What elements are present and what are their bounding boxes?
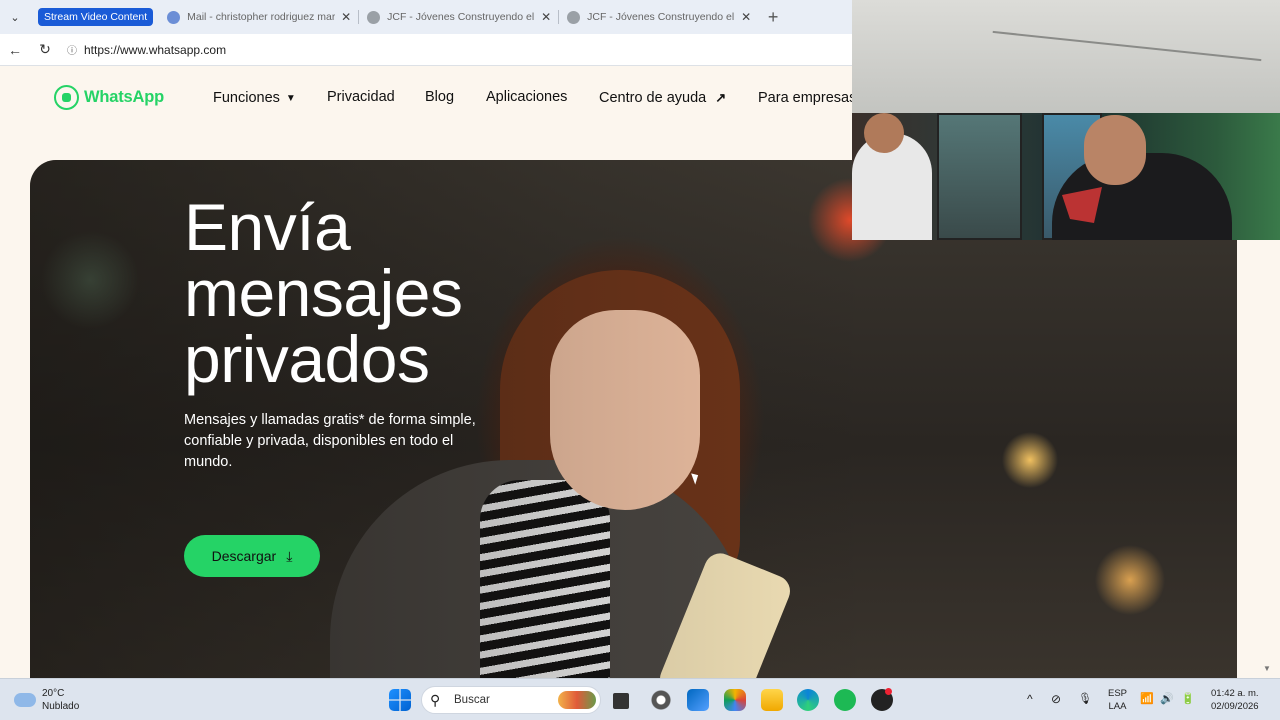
external-arrow-icon: ↗: [715, 90, 727, 105]
volume-icon[interactable]: 🔊: [1160, 692, 1174, 705]
weather-desc: Nublado: [42, 701, 80, 712]
hero-title-line-2: mensajes: [184, 256, 463, 330]
reload-icon[interactable]: ↻: [30, 41, 60, 58]
browser-tab-strip: ⌄ Stream Video Content Mail - christophe…: [0, 0, 852, 34]
weather-temp: 20°C: [42, 688, 65, 699]
clock-time: 01:42 a. m.: [1211, 688, 1259, 699]
hero-subtitle: Mensajes y llamadas gratis* de forma sim…: [184, 412, 476, 470]
close-tab-icon[interactable]: ✕: [741, 10, 751, 24]
input-language[interactable]: ESP LAA: [1108, 687, 1127, 713]
nav-funciones[interactable]: Funciones ▼: [213, 90, 296, 106]
new-tab-plus-icon[interactable]: +: [759, 7, 787, 28]
keyboard-layout: LAA: [1108, 701, 1127, 712]
webcam-overlay: [852, 0, 1280, 240]
site-header: WhatsApp Funciones ▼ Privacidad Blog Apl…: [0, 66, 856, 130]
tab-group-stream-video-content[interactable]: Stream Video Content: [38, 8, 154, 26]
globe-favicon-icon: [567, 10, 581, 24]
webcam-person-right-head: [1084, 115, 1146, 185]
file-explorer-folder-icon[interactable]: [761, 689, 783, 711]
nav-privacidad[interactable]: Privacidad: [327, 89, 395, 105]
mail-favicon-icon: [167, 10, 181, 24]
taskbar-search[interactable]: ⚲ Buscar: [421, 686, 601, 714]
clock-date: 02/09/2026: [1211, 701, 1259, 712]
weather-text: 20°C Nublado: [42, 687, 79, 713]
hero-title-line-1: Envía: [184, 190, 351, 264]
microsoft-store-icon[interactable]: [687, 689, 709, 711]
address-bar: ← ↻ ⓘ https://www.whatsapp.com: [0, 34, 852, 66]
back-arrow-icon[interactable]: ←: [0, 42, 30, 58]
tab-mail[interactable]: Mail - christopher rodriguez martinez ✕: [159, 4, 360, 30]
tab-group-label: Stream Video Content: [44, 11, 148, 23]
close-tab-icon[interactable]: ✕: [341, 10, 351, 24]
nav-privacidad-label: Privacidad: [327, 89, 395, 105]
download-button[interactable]: Descargar ⤓: [184, 535, 320, 577]
system-clock[interactable]: 01:42 a. m. 02/09/2026: [1211, 687, 1259, 713]
nav-aplicaciones-label: Aplicaciones: [486, 89, 568, 105]
search-icon: ⚲: [430, 691, 441, 708]
weather-widget[interactable]: 20°C Nublado: [14, 687, 79, 713]
windows-start-icon[interactable]: [389, 689, 411, 711]
copilot-icon[interactable]: [724, 689, 746, 711]
battery-icon[interactable]: 🔋: [1181, 692, 1195, 705]
nav-aplicaciones[interactable]: Aplicaciones: [486, 89, 567, 105]
tab-jcf-1[interactable]: JCF - Jóvenes Construyendo el Futuro ✕: [359, 4, 560, 30]
close-tab-icon[interactable]: ✕: [541, 10, 551, 24]
tab-title: Mail - christopher rodriguez martinez: [187, 11, 336, 23]
chevron-down-icon: ▼: [285, 92, 296, 104]
nav-funciones-label: Funciones: [213, 90, 280, 106]
notification-badge: [885, 688, 892, 695]
windows-taskbar: 20°C Nublado ⚲ Buscar ^ ⊘ 🎙 ESP LAA 📶 🔊 …: [0, 678, 1280, 720]
download-arrow-icon: ⤓: [286, 547, 293, 564]
webcam-fridge: [937, 113, 1022, 240]
brand-name: WhatsApp: [84, 88, 164, 106]
tab-title: JCF - Jóvenes Construyendo el Futuro: [587, 11, 735, 23]
hero-title-line-3: privados: [184, 322, 430, 396]
tab-title: JCF - Jóvenes Construyendo el Futuro: [387, 11, 535, 23]
hero-title: Envía mensajes privados: [184, 190, 463, 396]
url-omnibox[interactable]: ⓘ https://www.whatsapp.com: [64, 38, 852, 62]
site-info-icon[interactable]: ⓘ: [64, 42, 80, 57]
webcam-person-left-head: [864, 113, 904, 153]
webcam-ceiling: [852, 0, 1280, 113]
nav-empresas-label: Para empresas: [758, 90, 857, 106]
tab-jcf-2[interactable]: JCF - Jóvenes Construyendo el Futuro ✕: [559, 4, 759, 30]
search-label: Buscar: [454, 694, 490, 706]
spotify-icon[interactable]: [834, 689, 856, 711]
url-text[interactable]: https://www.whatsapp.com: [84, 43, 226, 57]
scroll-down-arrow-icon[interactable]: ▼: [1263, 664, 1271, 673]
nav-blog-label: Blog: [425, 89, 455, 105]
webcam-room: [852, 113, 1280, 240]
edge-browser-icon[interactable]: [797, 689, 819, 711]
tray-overflow-chevron-icon[interactable]: ^: [1027, 692, 1033, 706]
nav-para-empresas[interactable]: Para empresas: [758, 90, 856, 106]
whatsapp-logo-icon: [54, 85, 79, 110]
network-off-icon[interactable]: ⊘: [1051, 692, 1061, 706]
nav-centro-de-ayuda[interactable]: Centro de ayuda ↗: [599, 90, 726, 106]
nav-blog[interactable]: Blog: [425, 89, 454, 105]
jcf-favicon-icon: [367, 10, 381, 24]
search-highlight-icon: [558, 691, 596, 709]
language-code: ESP: [1108, 688, 1128, 699]
whatsapp-logo[interactable]: WhatsApp: [54, 85, 164, 110]
nav-centro-label: Centro de ayuda: [599, 90, 707, 106]
task-view-icon[interactable]: [613, 693, 629, 709]
tab-list-chevron-icon[interactable]: ⌄: [0, 0, 30, 34]
microphone-icon[interactable]: 🎙: [1078, 692, 1092, 705]
settings-gear-icon[interactable]: [650, 689, 672, 711]
cloud-icon: [14, 693, 36, 707]
download-button-label: Descargar: [211, 548, 277, 564]
wifi-icon[interactable]: 📶: [1140, 692, 1154, 705]
